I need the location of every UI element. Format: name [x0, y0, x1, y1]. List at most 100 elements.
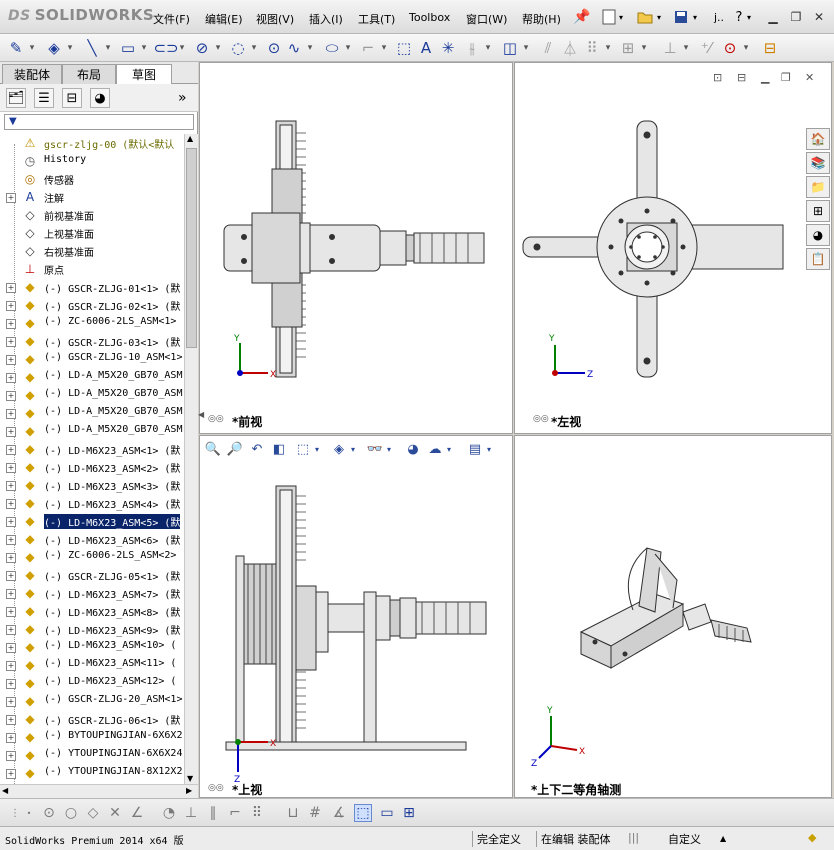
expand-panel-icon[interactable]: » — [178, 90, 187, 106]
mirror-icon[interactable]: ⏃ — [560, 38, 580, 58]
spline-icon[interactable]: ∿ — [284, 38, 304, 58]
scroll-up-icon[interactable]: ▲ — [187, 134, 193, 143]
arc-icon[interactable]: ◌ — [228, 38, 248, 58]
spline-dropdown-icon[interactable]: ▾ — [306, 38, 314, 58]
save-icon[interactable] — [672, 8, 690, 26]
tree-item[interactable]: + ◆ (-) LD-M6X23_ASM<12> ( — [0, 674, 184, 692]
offset-icon[interactable]: ⫽ — [538, 38, 558, 58]
menu-tools[interactable]: 工具(T) — [358, 11, 395, 27]
open-dropdown-icon[interactable]: ▾ — [654, 8, 664, 26]
sketch-grid-icon[interactable]: ⊞ — [400, 804, 418, 822]
expand-icon[interactable]: + — [6, 661, 16, 671]
glasses-icon[interactable]: ◎◎ — [208, 783, 224, 793]
shaded-sketch-icon[interactable]: ⬚ — [354, 804, 372, 822]
expand-icon[interactable]: + — [6, 481, 16, 491]
trim-icon[interactable]: ⫳ — [462, 38, 482, 58]
viewport-restore-icon[interactable]: ❐ — [781, 71, 791, 84]
expand-icon[interactable]: + — [6, 607, 16, 617]
tree-item[interactable]: + ◆ (-) LD-M6X23_ASM<1> (默 — [0, 440, 184, 458]
configuration-manager-icon[interactable]: ⊟ — [62, 88, 82, 108]
expand-icon[interactable]: + — [6, 409, 16, 419]
tree-item[interactable]: + ◆ (-) LD-M6X23_ASM<10> ( — [0, 638, 184, 656]
circle-dropdown-icon[interactable]: ▾ — [214, 38, 222, 58]
expand-icon[interactable]: + — [6, 319, 16, 329]
center-point-icon[interactable]: ⊙ — [40, 804, 58, 822]
link-views-icon[interactable]: ⊡ — [713, 71, 722, 84]
viewport-left[interactable]: Y Z ⊡ ⊟ ▁ ❐ ✕ ◎◎ *左视 — [514, 62, 832, 434]
rebuild-status-icon[interactable]: ◆ — [808, 831, 816, 844]
relations-dropdown-icon[interactable]: ▾ — [682, 38, 690, 58]
grid-icon[interactable]: # — [306, 804, 324, 822]
perpendicular-icon[interactable]: ⊥ — [182, 804, 200, 822]
hide-show-dropdown-icon[interactable]: ▾ — [384, 440, 394, 458]
new-dropdown-icon[interactable]: ▾ — [616, 8, 626, 26]
design-library-icon[interactable]: 📚 — [806, 152, 830, 174]
tree-item[interactable]: + ◆ (-) GSCR-ZLJG-03<1> (默 — [0, 332, 184, 350]
expand-icon[interactable]: + — [6, 715, 16, 725]
zoom-to-fit-icon[interactable]: 🔍 — [204, 440, 222, 458]
save-dropdown-icon[interactable]: ▾ — [690, 8, 700, 26]
arc-dropdown-icon[interactable]: ▾ — [250, 38, 258, 58]
viewport-close-icon[interactable]: ✕ — [805, 71, 814, 84]
slot-dropdown-icon[interactable]: ▾ — [178, 38, 186, 58]
snaps-dropdown-icon[interactable]: ▾ — [742, 38, 750, 58]
tree-item[interactable]: + ◆ (-) GSCR-ZLJG-02<1> (默 — [0, 296, 184, 314]
tree-item[interactable]: ⚠ gscr-zljg-00 (默认<默认 — [0, 134, 184, 152]
viewport-isometric[interactable]: Y X Z *上下二等角轴测 — [514, 435, 832, 798]
display-style-icon[interactable]: ◈ — [330, 440, 348, 458]
viewport-minimize-icon[interactable]: ▁ — [761, 71, 769, 84]
units-selector[interactable]: 自定义 — [668, 831, 701, 847]
menu-insert[interactable]: 插入(I) — [309, 11, 343, 27]
expand-icon[interactable]: + — [6, 733, 16, 743]
tree-item[interactable]: + ◆ (-) GSCR-ZLJG-10_ASM<1> — [0, 350, 184, 368]
midpoint-icon[interactable]: ◇ — [84, 804, 102, 822]
viewport-front[interactable]: Y X ◎◎ *前视 — [199, 62, 513, 434]
expand-icon[interactable]: + — [6, 517, 16, 527]
dimension-dropdown-icon[interactable]: ▾ — [66, 38, 74, 58]
view-palette-icon[interactable]: ⊞ — [806, 200, 830, 222]
tree-item[interactable]: + ◆ (-) BYTOUPINGJIAN-6X6X2 — [0, 728, 184, 746]
expand-icon[interactable]: + — [6, 535, 16, 545]
scroll-down-icon[interactable]: ▼ — [187, 774, 193, 783]
tangent-icon[interactable]: ◔ — [160, 804, 178, 822]
zoom-to-area-icon[interactable]: 🔎 — [226, 440, 244, 458]
rectangle-dropdown-icon[interactable]: ▾ — [140, 38, 148, 58]
help-dropdown-icon[interactable]: ▾ — [744, 8, 754, 26]
horizontal-vertical-icon[interactable]: ⌐ — [226, 804, 244, 822]
endpoint-icon[interactable]: ○ — [62, 804, 80, 822]
tree-vertical-scrollbar[interactable]: ▲ ▼ — [184, 134, 198, 786]
edit-appearance-icon[interactable]: ◕ — [404, 440, 422, 458]
property-manager-icon[interactable]: ☰ — [34, 88, 54, 108]
view-orientation-icon[interactable]: ⬚ — [294, 440, 312, 458]
sketch-contour-icon[interactable]: ▭ — [378, 804, 396, 822]
expand-icon[interactable]: + — [6, 337, 16, 347]
polygon-icon[interactable]: ⊙ — [264, 38, 284, 58]
tree-item[interactable]: + ◆ (-) LD-M6X23_ASM<7> (默 — [0, 584, 184, 602]
tree-item[interactable]: + ◆ (-) LD-M6X23_ASM<6> (默 — [0, 530, 184, 548]
expand-icon[interactable]: + — [6, 769, 16, 779]
menu-help[interactable]: 帮助(H) — [522, 11, 561, 27]
tree-horizontal-scrollbar[interactable]: ◀ ▶ — [0, 784, 198, 798]
tree-item[interactable]: + A 注解 — [0, 188, 184, 206]
hide-show-items-icon[interactable]: 👓 — [366, 440, 384, 458]
menu-view[interactable]: 视图(V) — [256, 11, 294, 27]
expand-icon[interactable]: + — [6, 751, 16, 761]
tree-item[interactable]: + ◆ (-) GSCR-ZLJG-20_ASM<1> — [0, 692, 184, 710]
restore-icon[interactable]: ❐ — [787, 10, 805, 24]
rectangle-icon[interactable]: ▭ — [118, 38, 138, 58]
expand-icon[interactable]: + — [6, 391, 16, 401]
scene-dropdown-icon[interactable]: ▾ — [444, 440, 454, 458]
pin-icon[interactable]: 📌 — [573, 8, 591, 26]
fillet-dropdown-icon[interactable]: ▾ — [380, 38, 388, 58]
ellipse-dropdown-icon[interactable]: ▾ — [344, 38, 352, 58]
tree-item[interactable]: + ◆ (-) GSCR-ZLJG-01<1> (默 — [0, 278, 184, 296]
menu-window[interactable]: 窗口(W) — [466, 11, 507, 27]
menu-edit[interactable]: 编辑(E) — [205, 11, 243, 27]
file-explorer-icon[interactable]: 📁 — [806, 176, 830, 198]
expand-icon[interactable]: + — [6, 463, 16, 473]
tab-assembly[interactable]: 装配体 — [2, 64, 62, 84]
tree-item[interactable]: + ◆ (-) LD-A_M5X20_GB70_ASM — [0, 404, 184, 422]
tree-item[interactable]: + ◆ (-) YTOUPINGJIAN-6X6X24 — [0, 746, 184, 764]
section-view-icon[interactable]: ◧ — [270, 440, 288, 458]
trim-dropdown-icon[interactable]: ▾ — [484, 38, 492, 58]
